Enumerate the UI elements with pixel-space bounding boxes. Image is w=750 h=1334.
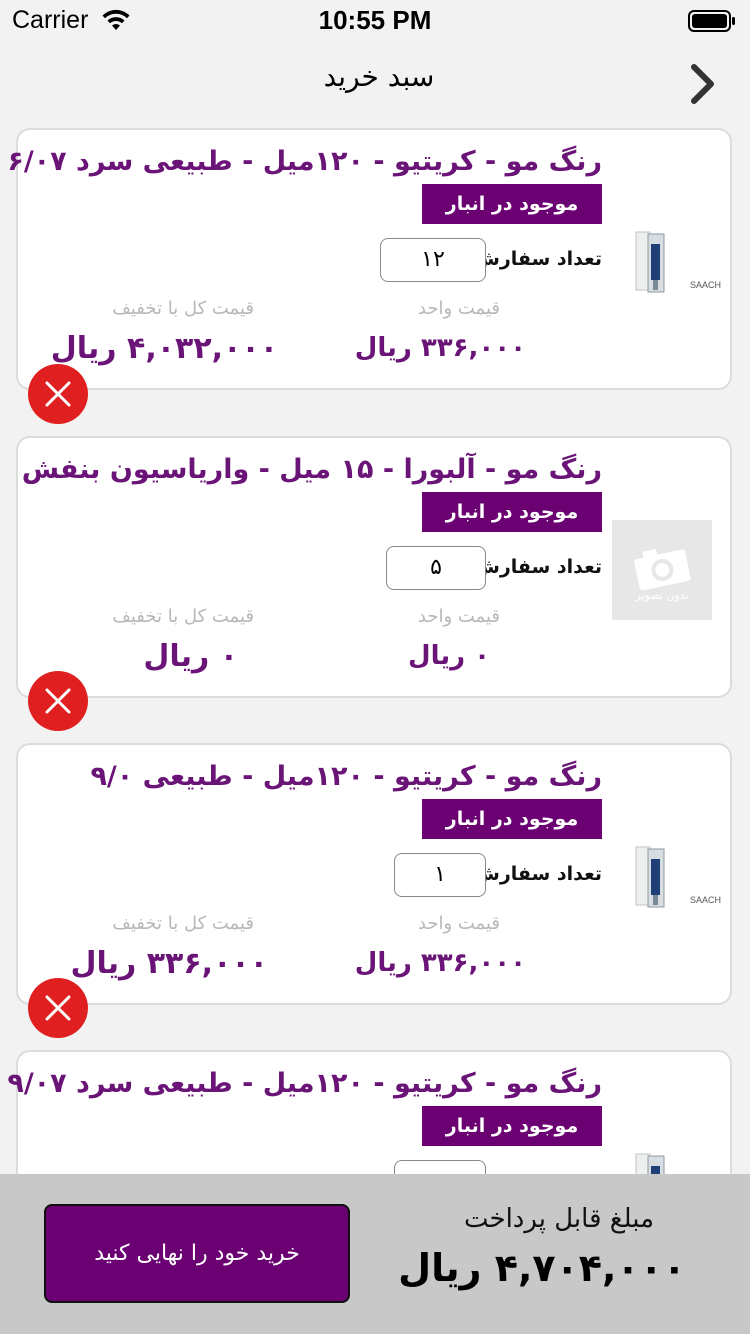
remove-item-button[interactable] (28, 671, 88, 731)
close-icon (45, 381, 71, 407)
product-thumbnail[interactable]: SAACH (620, 230, 721, 300)
product-title[interactable]: رنگ مو - آلبورا - ۱۵ میل - واریاسیون بنف… (22, 454, 602, 485)
product-thumbnail[interactable]: SAACH (620, 845, 721, 915)
remove-item-button[interactable] (28, 364, 88, 424)
payable-amount-label: مبلغ قابل پرداخت (463, 1204, 654, 1234)
quantity-input[interactable]: ۱ (394, 853, 486, 897)
product-title[interactable]: رنگ مو - کریتیو - ۱۲۰میل - طبیعی سرد ۶/۰… (7, 146, 602, 177)
nav-bar: سبد خرید (0, 40, 750, 124)
unit-price: ۳۳۶,۰۰۰ ریال (354, 948, 526, 978)
total-price-caption: قیمت کل با تخفیف (112, 606, 254, 627)
product-title[interactable]: رنگ مو - کریتیو - ۱۲۰میل - طبیعی ۹/۰ (90, 761, 602, 792)
status-bar: Carrier 10:55 PM (0, 0, 750, 40)
unit-price-caption: قیمت واحد (417, 606, 500, 627)
remove-item-button[interactable] (28, 978, 88, 1038)
total-price: ۴,۰۳۲,۰۰۰ ریال (50, 331, 278, 366)
clock: 10:55 PM (318, 5, 432, 35)
checkout-button[interactable]: خرید خود را نهایی کنید (44, 1204, 350, 1303)
checkout-bar: خرید خود را نهایی کنید مبلغ قابل پرداخت … (0, 1174, 750, 1334)
product-title[interactable]: رنگ مو - کریتیو - ۱۲۰میل - طبیعی سرد ۹/۰… (7, 1068, 602, 1099)
unit-price: ۰ ریال (408, 641, 490, 671)
cart-item-card: رنگ مو - کریتیو - ۱۲۰میل - طبیعی سرد ۶/۰… (7, 128, 732, 390)
stock-badge: موجود در انبار (422, 184, 602, 224)
cart-item-card: رنگ مو - کریتیو - ۱۲۰میل - طبیعی ۹/۰ موج… (16, 743, 732, 1005)
payable-amount: ۴,۷۰۴,۰۰۰ ریال (398, 1246, 686, 1290)
no-image-placeholder[interactable]: بدون تصویر (612, 520, 712, 620)
quantity-input[interactable]: ۱۲ (380, 238, 486, 282)
battery-icon (688, 10, 735, 32)
total-price-caption: قیمت کل با تخفیف (112, 298, 254, 319)
page-title: سبد خرید (323, 60, 435, 93)
thumbnail-caption: SAACH (690, 895, 722, 905)
close-icon (45, 688, 71, 714)
stock-badge: موجود در انبار (422, 799, 602, 839)
total-price: ۳۳۶,۰۰۰ ریال (70, 946, 268, 981)
chevron-right-icon[interactable] (688, 62, 718, 106)
quantity-label: تعداد سفارش: (466, 863, 602, 885)
stock-badge: موجود در انبار (422, 492, 602, 532)
close-icon (45, 995, 71, 1021)
unit-price-caption: قیمت واحد (417, 913, 500, 934)
quantity-label: تعداد سفارش: (466, 248, 602, 270)
thumbnail-caption: SAACH (690, 280, 722, 290)
unit-price: ۳۳۶,۰۰۰ ریال (354, 333, 526, 363)
quantity-input[interactable]: ۵ (386, 546, 486, 590)
unit-price-caption: قیمت واحد (417, 298, 500, 319)
thumbnail-caption: بدون تصویر (635, 589, 689, 602)
cart-item-card: رنگ مو - آلبورا - ۱۵ میل - واریاسیون بنف… (16, 436, 732, 698)
stock-badge: موجود در انبار (422, 1106, 602, 1146)
quantity-label: تعداد سفارش: (466, 556, 602, 578)
total-price-caption: قیمت کل با تخفیف (112, 913, 254, 934)
total-price: ۰ ریال (143, 639, 238, 674)
